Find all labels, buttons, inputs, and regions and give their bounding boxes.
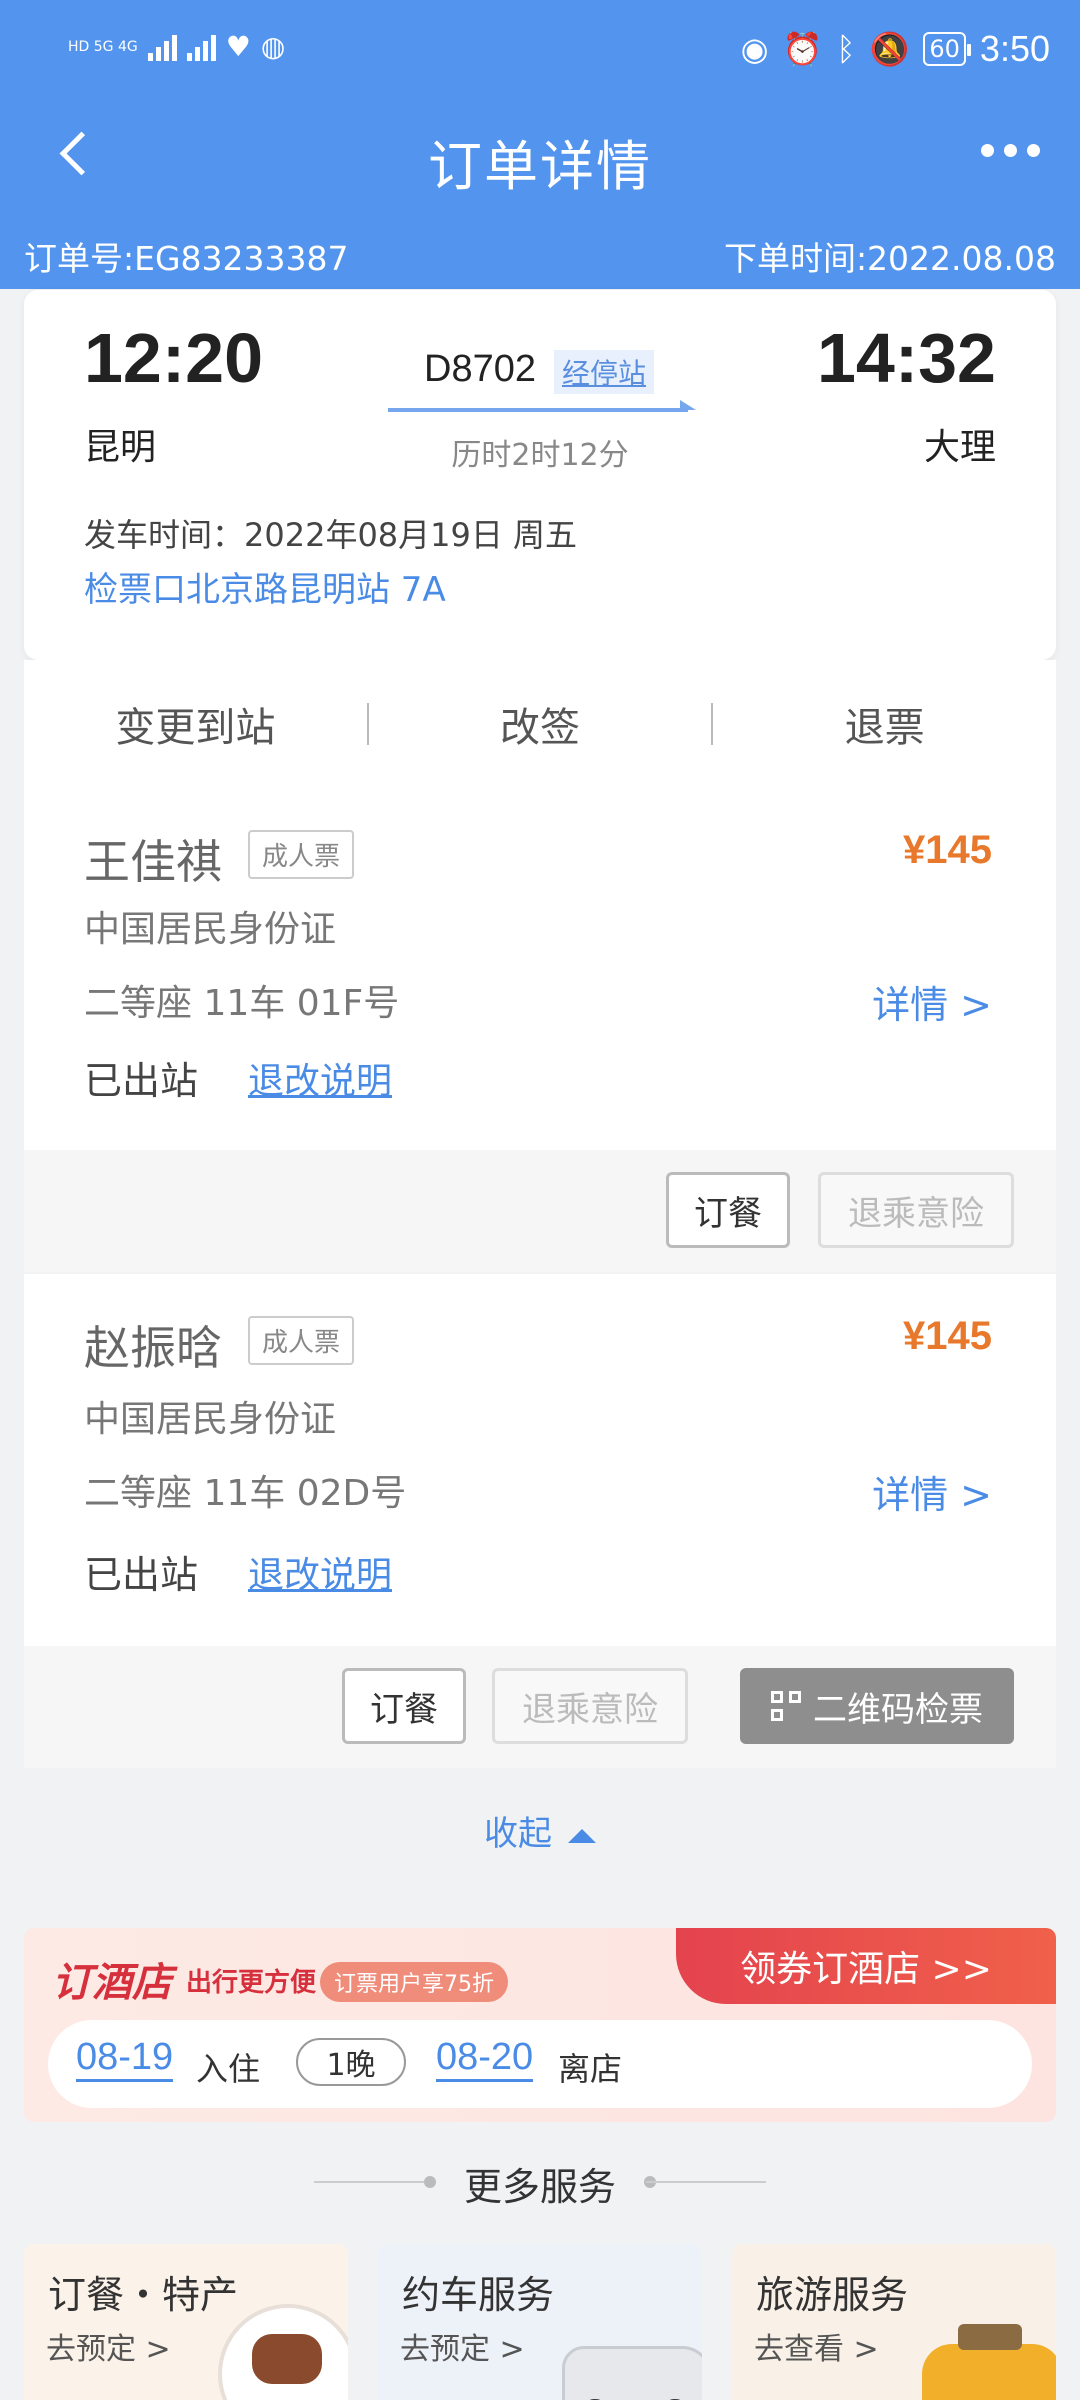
- hotel-coupon-button[interactable]: 领券订酒店 >>: [676, 1928, 1056, 2004]
- eye-icon: ◉: [740, 30, 769, 68]
- hotel-date-picker[interactable]: 08-19 入住 1晚 08-20 离店: [48, 2020, 1032, 2108]
- change-station-button[interactable]: 变更到站: [24, 695, 367, 753]
- passenger-name: 赵振晗: [84, 1321, 222, 1375]
- checkin-date[interactable]: 08-19: [76, 2036, 174, 2082]
- alarm-icon: ⏰: [782, 30, 823, 68]
- qr-code-icon: [771, 1691, 801, 1721]
- browser-icon: ◍: [260, 30, 286, 63]
- passenger-actions: 订餐 退乘意险 二维码检票: [24, 1646, 1056, 1768]
- order-meal-button[interactable]: 订餐: [666, 1172, 790, 1248]
- hotel-banner[interactable]: 订酒店 出行更方便 订票用户享75折 领券订酒店 >> 08-19 入住 1晚 …: [24, 1928, 1056, 2122]
- status-right: ◉ ⏰ ᛒ 🔕 60 3:50: [741, 28, 1050, 70]
- order-number: 订单号:EG83233387: [24, 239, 349, 278]
- status-bar: HD 5G 4G ♥ ◍ ◉ ⏰ ᛒ 🔕 60 3:50: [0, 0, 1080, 104]
- passenger-card: 王佳祺 成人票 ¥145 中国居民身份证 二等座 11车 01F号 详情 > 已…: [24, 788, 1056, 1150]
- collapse-toggle[interactable]: 收起: [0, 1806, 1080, 1855]
- refund-button[interactable]: 退票: [713, 695, 1056, 753]
- ticket-price: ¥145: [903, 1314, 992, 1358]
- service-title: 旅游服务: [756, 2273, 909, 2317]
- health-icon: ♥: [225, 30, 251, 63]
- travel-car-icon: [922, 2324, 1056, 2400]
- hotel-tagline: 出行更方便: [186, 1968, 317, 1998]
- train-number: D8702: [424, 348, 536, 390]
- trip-status: 已出站: [84, 1059, 199, 1103]
- hotel-discount-badge: 订票用户享75折: [320, 1962, 508, 2002]
- duration: 历时2时12分: [451, 438, 629, 473]
- detail-link[interactable]: 详情 >: [872, 974, 992, 1029]
- nights-badge: 1晚: [296, 2038, 406, 2086]
- service-card-travel[interactable]: 旅游服务 去查看 >: [732, 2244, 1056, 2400]
- refund-insurance-button[interactable]: 退乘意险: [818, 1172, 1014, 1248]
- app-header: 订单详情: [0, 104, 1080, 212]
- qr-check-in-label: 二维码检票: [813, 1689, 983, 1730]
- signal-icon: [147, 33, 177, 61]
- depart-date: 发车时间：2022年08月19日 周五: [84, 516, 578, 554]
- route-arrow-icon: [388, 400, 696, 412]
- id-type: 中国居民身份证: [84, 1399, 337, 1440]
- arrive-time: 14:32: [816, 319, 996, 397]
- ticket-type-badge: 成人票: [248, 1316, 355, 1365]
- reschedule-button[interactable]: 改签: [369, 695, 712, 753]
- detail-link[interactable]: 详情 >: [872, 1464, 992, 1519]
- signal-4g-icon: [186, 33, 216, 61]
- order-actions: 变更到站 改签 退票: [24, 660, 1056, 788]
- service-card-car[interactable]: 约车服务 去预定 >: [378, 2244, 702, 2400]
- ticket-type-badge: 成人票: [248, 830, 355, 879]
- network-label: HD 5G 4G: [68, 38, 138, 55]
- service-title: 约车服务: [402, 2273, 555, 2317]
- passenger-name: 王佳祺: [84, 835, 222, 889]
- service-link: 去预定 >: [400, 2332, 525, 2367]
- service-link: 去预定 >: [46, 2332, 171, 2367]
- ticket-price: ¥145: [903, 828, 992, 872]
- id-type: 中国居民身份证: [84, 909, 337, 950]
- network-indicators: HD 5G 4G ♥ ◍: [68, 30, 285, 63]
- trip-status: 已出站: [84, 1553, 199, 1597]
- stops-link[interactable]: 经停站: [554, 350, 655, 394]
- mute-icon: 🔕: [869, 30, 910, 68]
- train-card: 12:20 昆明 14:32 大理 D8702 经停站 历时2时12分 发车时间…: [24, 290, 1056, 660]
- qr-check-in-button[interactable]: 二维码检票: [740, 1668, 1014, 1744]
- refund-rules-link[interactable]: 退改说明: [248, 1052, 392, 1104]
- service-link: 去查看 >: [754, 2332, 879, 2367]
- checkin-label: 入住: [196, 2050, 261, 2088]
- ticket-gate[interactable]: 检票口北京路昆明站 7A: [84, 562, 446, 611]
- service-card-food[interactable]: 订餐・特产 去预定 >: [24, 2244, 348, 2400]
- bluetooth-icon: ᛒ: [836, 30, 856, 68]
- car-icon: [562, 2346, 702, 2400]
- seat-info: 二等座 11车 02D号: [84, 1473, 407, 1514]
- hotel-logo: 订酒店: [52, 1960, 172, 2006]
- refund-rules-link[interactable]: 退改说明: [248, 1546, 392, 1598]
- divider: [646, 2181, 766, 2183]
- checkout-date[interactable]: 08-20: [436, 2036, 534, 2082]
- passenger-card: 赵振晗 成人票 ¥145 中国居民身份证 二等座 11车 02D号 详情 > 已…: [24, 1274, 1056, 1646]
- collapse-up-icon: [568, 1828, 596, 1843]
- battery-icon: 60: [923, 32, 971, 66]
- depart-time: 12:20: [84, 319, 264, 397]
- refund-insurance-button[interactable]: 退乘意险: [492, 1668, 688, 1744]
- more-options-icon[interactable]: [981, 144, 1040, 157]
- passenger-actions: 订餐 退乘意险: [24, 1150, 1056, 1272]
- order-info: 订单号:EG83233387 下单时间:2022.08.08: [24, 232, 1056, 278]
- order-meal-button[interactable]: 订餐: [342, 1668, 466, 1744]
- seat-info: 二等座 11车 01F号: [84, 983, 400, 1024]
- clock: 3:50: [979, 28, 1050, 69]
- more-services-title: 更多服务: [463, 2165, 616, 2209]
- page-title: 订单详情: [428, 135, 652, 198]
- checkout-label: 离店: [558, 2050, 623, 2088]
- service-title: 订餐・特产: [48, 2273, 239, 2317]
- collapse-label: 收起: [484, 1814, 552, 1854]
- order-time: 下单时间:2022.08.08: [723, 239, 1056, 278]
